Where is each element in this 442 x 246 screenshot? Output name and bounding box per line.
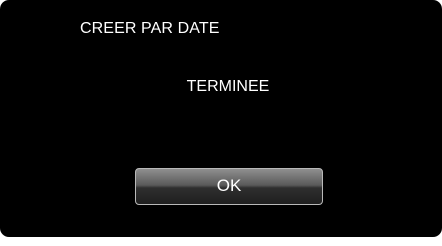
screen-title: CREER PAR DATE bbox=[80, 20, 220, 37]
ok-button[interactable]: OK bbox=[135, 168, 323, 205]
dialog-screen: CREER PAR DATE TERMINEE OK bbox=[0, 0, 442, 237]
status-message: TERMINEE bbox=[186, 78, 270, 95]
